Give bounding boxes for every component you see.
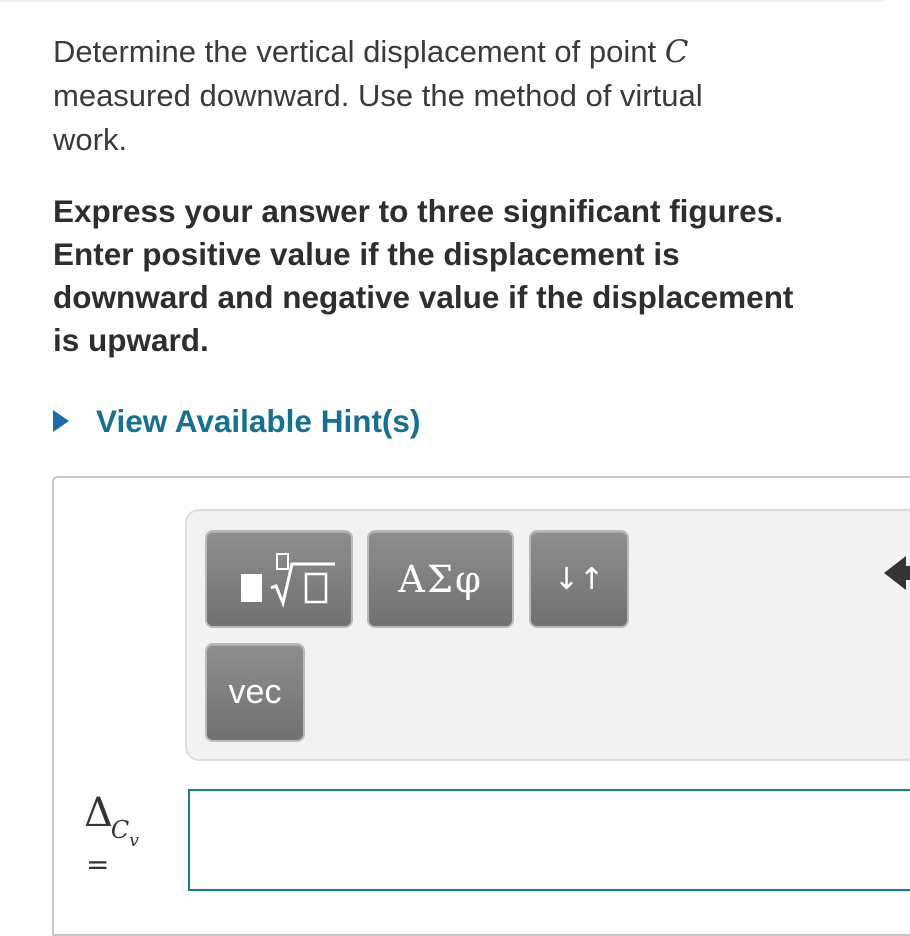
- view-hints-toggle[interactable]: View Available Hint(s): [53, 398, 420, 444]
- undo-arrow-icon[interactable]: [884, 553, 910, 593]
- greek-symbols-button[interactable]: ΑΣφ: [367, 530, 514, 628]
- templates-radical-icon: [241, 553, 335, 608]
- instructions-line-2: Enter positive value if the displacement…: [53, 236, 680, 272]
- question-line-3: work.: [53, 122, 128, 157]
- answer-input[interactable]: [188, 789, 910, 891]
- instructions-line-4: is upward.: [53, 322, 209, 358]
- point-variable: C: [664, 34, 689, 70]
- question-line-1: Determine the vertical displacement of p…: [53, 34, 689, 70]
- vector-button[interactable]: vec: [205, 643, 305, 742]
- arrows-button[interactable]: ↓↑: [529, 530, 629, 628]
- instructions-line-1: Express your answer to three significant…: [53, 193, 783, 229]
- answer-instructions: Express your answer to three significant…: [53, 190, 883, 362]
- view-hints-label[interactable]: View Available Hint(s): [96, 403, 420, 440]
- equals-sign: =: [86, 848, 110, 881]
- instructions-line-3: downward and negative value if the displ…: [53, 279, 794, 315]
- question-text: Determine the vertical displacement of p…: [53, 30, 853, 162]
- caret-right-icon: [53, 410, 69, 432]
- templates-button[interactable]: [205, 530, 353, 628]
- question-line-2: measured downward. Use the method of vir…: [53, 78, 703, 113]
- variable-label: ΔCv: [84, 790, 139, 851]
- top-divider: [0, 0, 884, 2]
